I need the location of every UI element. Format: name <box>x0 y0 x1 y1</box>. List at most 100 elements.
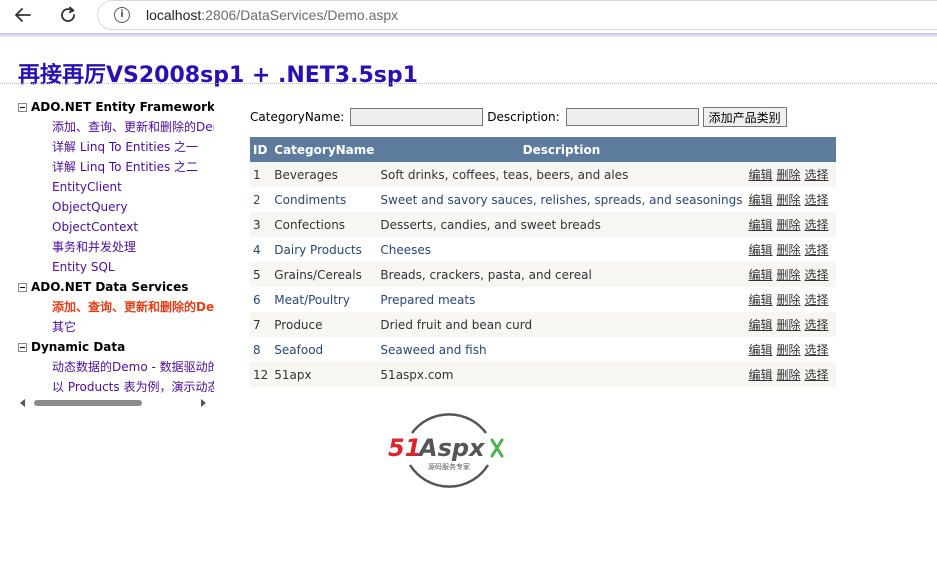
cell-description: Breads, crackers, pasta, and cereal <box>377 262 746 287</box>
url-host: localhost <box>146 7 202 23</box>
cell-id: 5 <box>250 262 272 287</box>
edit-link[interactable]: 编辑 <box>749 218 773 232</box>
edit-link[interactable]: 编辑 <box>749 268 773 282</box>
cell-description: Dried fruit and bean curd <box>377 312 746 337</box>
delete-link[interactable]: 删除 <box>777 318 801 332</box>
tree-group-label[interactable]: ADO.NET Entity Framework <box>31 100 214 114</box>
delete-link[interactable]: 删除 <box>777 168 801 182</box>
table-row: 1 Beverages Soft drinks, coffees, teas, be… <box>250 162 836 187</box>
collapse-icon[interactable] <box>18 102 27 112</box>
tree-group-entity-framework[interactable]: ADO.NET Entity Framework <box>18 97 214 117</box>
edit-link[interactable]: 编辑 <box>749 368 773 382</box>
select-link[interactable]: 选择 <box>805 218 829 232</box>
column-header-id: ID <box>250 137 272 162</box>
cell-category-name: Meat/Poultry <box>271 287 378 312</box>
reload-button[interactable] <box>55 3 81 27</box>
select-link[interactable]: 选择 <box>805 268 829 282</box>
grid-header-row: ID CategoryName Description <box>250 137 836 162</box>
table-row: 5 Grains/Cereals Breads, crackers, pasta, … <box>250 262 836 287</box>
categories-grid: ID CategoryName Description 1 Beverages So… <box>250 137 836 387</box>
cell-id: 1 <box>250 162 272 187</box>
cell-commands: 编辑 删除 选择 <box>745 312 836 337</box>
edit-link[interactable]: 编辑 <box>749 293 773 307</box>
title-divider <box>0 83 937 84</box>
tree-item[interactable]: 以 Products 表为例，演示动态数据 <box>18 377 214 397</box>
scroll-left-icon[interactable] <box>20 399 25 407</box>
cell-id: 6 <box>250 287 272 312</box>
select-link[interactable]: 选择 <box>805 293 829 307</box>
cell-category-name: 51apx <box>271 362 378 387</box>
info-icon[interactable]: i <box>114 7 130 23</box>
cell-id: 2 <box>250 187 272 212</box>
select-link[interactable]: 选择 <box>805 168 829 182</box>
delete-link[interactable]: 删除 <box>777 293 801 307</box>
url-text[interactable]: localhost:2806/DataServices/Demo.aspx <box>146 7 398 23</box>
tree-item[interactable]: 动态数据的Demo - 数据驱动的Web应用程序 <box>18 357 214 377</box>
cell-commands: 编辑 删除 选择 <box>745 162 836 187</box>
cell-description: Desserts, candies, and sweet breads <box>377 212 746 237</box>
edit-link[interactable]: 编辑 <box>749 193 773 207</box>
edit-link[interactable]: 编辑 <box>749 168 773 182</box>
scrollbar-thumb[interactable] <box>34 400 142 406</box>
tree-group-label[interactable]: ADO.NET Data Services <box>31 280 188 294</box>
toolbar-accent-bar <box>0 33 937 37</box>
tree-item[interactable]: ObjectQuery <box>18 197 214 217</box>
cell-category-name: Produce <box>271 312 378 337</box>
cell-id: 4 <box>250 237 272 262</box>
delete-link[interactable]: 删除 <box>777 243 801 257</box>
tree-group-label[interactable]: Dynamic Data <box>31 340 125 354</box>
delete-link[interactable]: 删除 <box>777 268 801 282</box>
column-header-commands <box>745 137 836 162</box>
select-link[interactable]: 选择 <box>805 343 829 357</box>
back-button[interactable] <box>10 3 36 27</box>
scroll-right-icon[interactable] <box>201 399 206 407</box>
delete-link[interactable]: 删除 <box>777 193 801 207</box>
description-label: Description: <box>487 110 560 124</box>
select-link[interactable]: 选择 <box>805 243 829 257</box>
table-row: 2 Condiments Sweet and savory sauces, reli… <box>250 187 836 212</box>
delete-link[interactable]: 删除 <box>777 368 801 382</box>
cell-id: 3 <box>250 212 272 237</box>
url-path: :2806/DataServices/Demo.aspx <box>201 7 399 23</box>
cell-category-name: Grains/Cereals <box>271 262 378 287</box>
cell-id: 8 <box>250 337 272 362</box>
add-category-form: CategoryName: Description: 添加产品类别 <box>250 106 787 128</box>
cell-description: 51aspx.com <box>377 362 746 387</box>
add-category-button[interactable]: 添加产品类别 <box>702 107 787 127</box>
arrow-left-icon <box>15 8 31 22</box>
edit-link[interactable]: 编辑 <box>749 243 773 257</box>
tree-item[interactable]: 详解 Linq To Entities 之二 <box>18 157 214 177</box>
table-row: 3 Confections Desserts, candies, and sweet… <box>250 212 836 237</box>
table-row: 7 Produce Dried fruit and bean curd 编辑 删除 选择 <box>250 312 836 337</box>
tree-item[interactable]: 其它 <box>18 317 214 337</box>
cell-commands: 编辑 删除 选择 <box>745 337 836 362</box>
address-bar[interactable]: i localhost:2806/DataServices/Demo.aspx <box>97 0 937 30</box>
select-link[interactable]: 选择 <box>805 368 829 382</box>
cell-category-name: Condiments <box>271 187 378 212</box>
tree-item[interactable]: EntityClient <box>18 177 214 197</box>
tree-item[interactable]: Entity SQL <box>18 257 214 277</box>
tree-item[interactable]: 添加、查询、更新和删除的Demo <box>18 117 214 137</box>
category-name-input[interactable] <box>350 108 484 126</box>
collapse-icon[interactable] <box>18 282 27 292</box>
description-input[interactable] <box>565 108 699 126</box>
tree-item[interactable]: 详解 Linq To Entities 之一 <box>18 137 214 157</box>
table-row: 12 51apx 51aspx.com 编辑 删除 选择 <box>250 362 836 387</box>
svg-text:Aspx: Aspx <box>417 434 486 462</box>
select-link[interactable]: 选择 <box>805 193 829 207</box>
collapse-icon[interactable] <box>18 342 27 352</box>
select-link[interactable]: 选择 <box>805 318 829 332</box>
51aspx-logo: 51 Aspx 源码服务专家 <box>388 413 504 488</box>
tree-group-dynamic-data[interactable]: Dynamic Data <box>18 337 214 357</box>
edit-link[interactable]: 编辑 <box>749 318 773 332</box>
edit-link[interactable]: 编辑 <box>749 343 773 357</box>
cell-category-name: Beverages <box>271 162 378 187</box>
tree-horizontal-scrollbar[interactable] <box>18 398 214 408</box>
tree-item[interactable]: ObjectContext <box>18 217 214 237</box>
delete-link[interactable]: 删除 <box>777 343 801 357</box>
tree-item-selected[interactable]: 添加、查询、更新和删除的Demo <box>18 297 214 317</box>
delete-link[interactable]: 删除 <box>777 218 801 232</box>
tree-item[interactable]: 事务和并发处理 <box>18 237 214 257</box>
tree-group-data-services[interactable]: ADO.NET Data Services <box>18 277 214 297</box>
logo-tagline: 源码服务专家 <box>428 462 470 471</box>
